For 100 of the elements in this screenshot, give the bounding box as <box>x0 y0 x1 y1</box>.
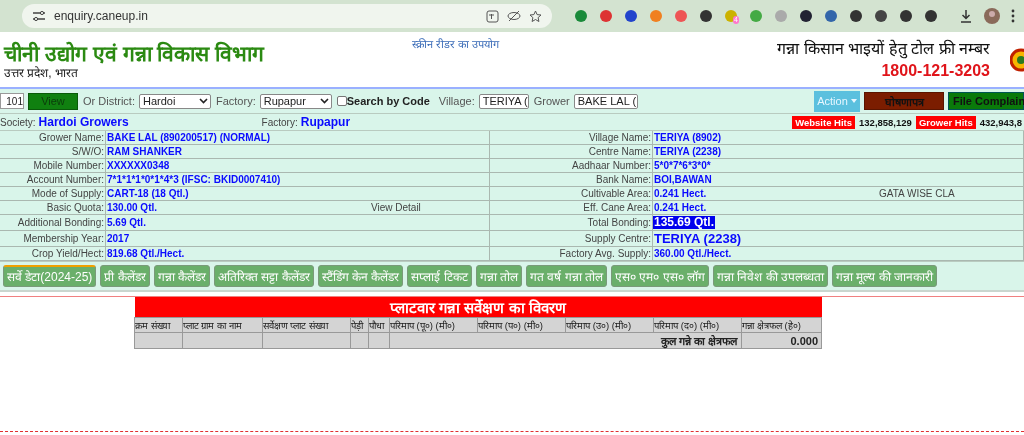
extension-icon[interactable] <box>624 9 638 23</box>
field-value: 360.00 Qtl./Hect. <box>653 247 732 260</box>
tab[interactable]: गत वर्ष गन्ना तोल <box>526 265 608 287</box>
field-label: Account Number: <box>0 173 106 187</box>
grower-label: Grower <box>533 95 570 107</box>
highlighted-value: 135.69 Qtl. <box>653 216 716 229</box>
extension-icon[interactable] <box>799 9 813 23</box>
tab[interactable]: गन्ना तोल <box>475 265 523 287</box>
tab[interactable]: गन्ना निवेश की उपलब्धता <box>713 265 829 287</box>
field-value: 2017 <box>106 232 130 245</box>
column-header: पौधा <box>368 317 390 333</box>
extension-icon[interactable] <box>874 9 888 23</box>
factory-value: Rupapur <box>300 115 351 129</box>
website-hits-count: 132,858,129 <box>859 116 912 128</box>
star-icon[interactable] <box>529 9 542 23</box>
tab[interactable]: गन्ना मूल्य की जानकारी <box>832 265 938 287</box>
grower-select[interactable]: BAKE LAL ( <box>573 93 638 109</box>
column-header: परिमाप (उ०) (मी०) <box>565 317 654 333</box>
village-label: Village: <box>438 95 475 107</box>
extension-icon[interactable] <box>899 9 913 23</box>
avatar-icon[interactable] <box>984 8 1000 24</box>
extension-icon[interactable] <box>924 9 938 23</box>
column-header: सर्वेक्षण प्लाट संख्या <box>262 317 351 333</box>
caret-icon <box>850 99 857 103</box>
field-label: Factory Avg. Supply: <box>490 247 653 261</box>
field-label: Basic Quota: <box>0 201 106 215</box>
field-label: Village Name: <box>490 131 653 145</box>
district-label: Or District: <box>83 95 135 107</box>
view-button[interactable]: View <box>28 92 78 110</box>
field-label: Supply Centre: <box>490 231 653 247</box>
column-header: क्रम संख्या <box>134 317 183 333</box>
translate-icon[interactable] <box>486 9 499 23</box>
extension-icon[interactable] <box>849 9 863 23</box>
field-value: 5.69 Qtl. <box>106 216 146 229</box>
field-value: RAM SHANKER <box>106 145 182 158</box>
field-value: 0.241 Hect. <box>653 187 707 200</box>
chevron-down-icon <box>198 98 208 104</box>
factory-label: Factory: <box>261 116 298 128</box>
action-button[interactable]: Action <box>814 90 860 112</box>
grower-hits-label: Grower Hits <box>915 115 976 129</box>
field-value: 7*1*1*1*0*1*4*3 (IFSC: BKID0007410) <box>106 173 281 186</box>
factory-label: Factory: <box>215 95 256 107</box>
field-label: Crop Yield/Hect: <box>0 247 106 261</box>
factory-select[interactable]: Rupapur <box>259 93 332 109</box>
tab[interactable]: अतिरिक्त सट्टा कैलेंडर <box>214 265 314 287</box>
district-select[interactable]: Hardoi <box>138 93 211 109</box>
chevron-down-icon <box>319 98 329 104</box>
village-select[interactable]: TERIYA ( <box>478 93 529 109</box>
tab[interactable]: सप्लाई टिकट <box>407 265 472 287</box>
society-value: Hardoi Growers <box>38 115 129 129</box>
tab[interactable]: प्री कैलेंडर <box>100 265 150 287</box>
field-value: TERIYA (8902) <box>653 131 722 144</box>
url-text: enquiry.caneup.in <box>54 9 149 23</box>
tab[interactable]: गन्ना कैलेंडर <box>153 265 211 287</box>
state-subtitle: उत्तर प्रदेश, भारत <box>4 66 79 80</box>
view-detail-link[interactable]: View Detail <box>371 201 489 214</box>
field-label: Centre Name: <box>490 145 653 159</box>
field-value: BOI,BAWAN <box>653 173 712 186</box>
tab[interactable]: एस० एम० एस० लॉग <box>611 265 710 287</box>
tab[interactable]: स्टैंडिंग केन कैलेंडर <box>317 265 404 287</box>
field-label: Grower Name: <box>0 131 106 145</box>
field-value: 5*0*7*6*3*0* <box>653 159 711 172</box>
field-label: Eff. Cane Area: <box>490 201 653 215</box>
field-label: S/W/O: <box>0 145 106 159</box>
manifesto-button[interactable]: घोषणापत्र <box>864 92 944 110</box>
field-label: Aadhaar Number: <box>490 159 653 173</box>
field-value: CART-18 (18 Qtl.) <box>106 187 189 200</box>
department-title: चीनी उद्योग एवं गन्ना विकास विभाग <box>4 42 266 66</box>
field-note: GATA WISE CLA <box>879 187 956 200</box>
grower-code-field[interactable]: 101 <box>0 93 24 109</box>
search-by-code-checkbox[interactable] <box>336 96 347 106</box>
society-label: Society: <box>0 116 36 128</box>
eye-slash-icon[interactable] <box>507 10 521 22</box>
column-header: परिमाप (प०) (मी०) <box>477 317 566 333</box>
search-by-code-label: Search by Code <box>346 95 430 107</box>
field-value: 130.00 Qtl. <box>106 201 158 214</box>
screen-reader-link[interactable]: स्क्रीन रीडर का उपयोग <box>412 38 500 50</box>
field-label: Mobile Number: <box>0 159 106 173</box>
address-bar[interactable]: enquiry.caneup.in <box>22 4 552 28</box>
field-label: Cultivable Area: <box>490 187 653 201</box>
menu-icon[interactable] <box>1011 9 1015 23</box>
table-title: प्लाटवार गन्ना सर्वेक्षण का विवरण <box>134 297 822 318</box>
field-value: BAKE LAL (890200517) (NORMAL) <box>106 131 271 144</box>
field-value: 819.68 Qtl./Hect. <box>106 247 185 260</box>
field-label: Total Bonding: <box>490 215 653 231</box>
tollfree-number: 1800-121-3203 <box>880 61 990 81</box>
field-label: Mode of Supply: <box>0 187 106 201</box>
field-label: Bank Name: <box>490 173 653 187</box>
grower-hits-count: 432,943,8 <box>979 116 1022 128</box>
field-label: Membership Year: <box>0 231 106 247</box>
field-value: TERIYA (2238) <box>653 145 722 158</box>
field-value: TERIYA (2238) <box>653 232 742 245</box>
column-header: परिमाप (द०) (मी०) <box>653 317 742 333</box>
field-value: 0.241 Hect. <box>653 201 707 214</box>
download-icon[interactable] <box>959 9 973 23</box>
extension-icon[interactable] <box>699 9 713 23</box>
tab[interactable]: सर्वे डेटा(2024-25) <box>3 265 97 287</box>
field-value: XXXXXX0348 <box>106 159 170 172</box>
site-settings-icon[interactable] <box>32 10 46 22</box>
column-header: परिमाप (पू०) (मी०) <box>389 317 478 333</box>
